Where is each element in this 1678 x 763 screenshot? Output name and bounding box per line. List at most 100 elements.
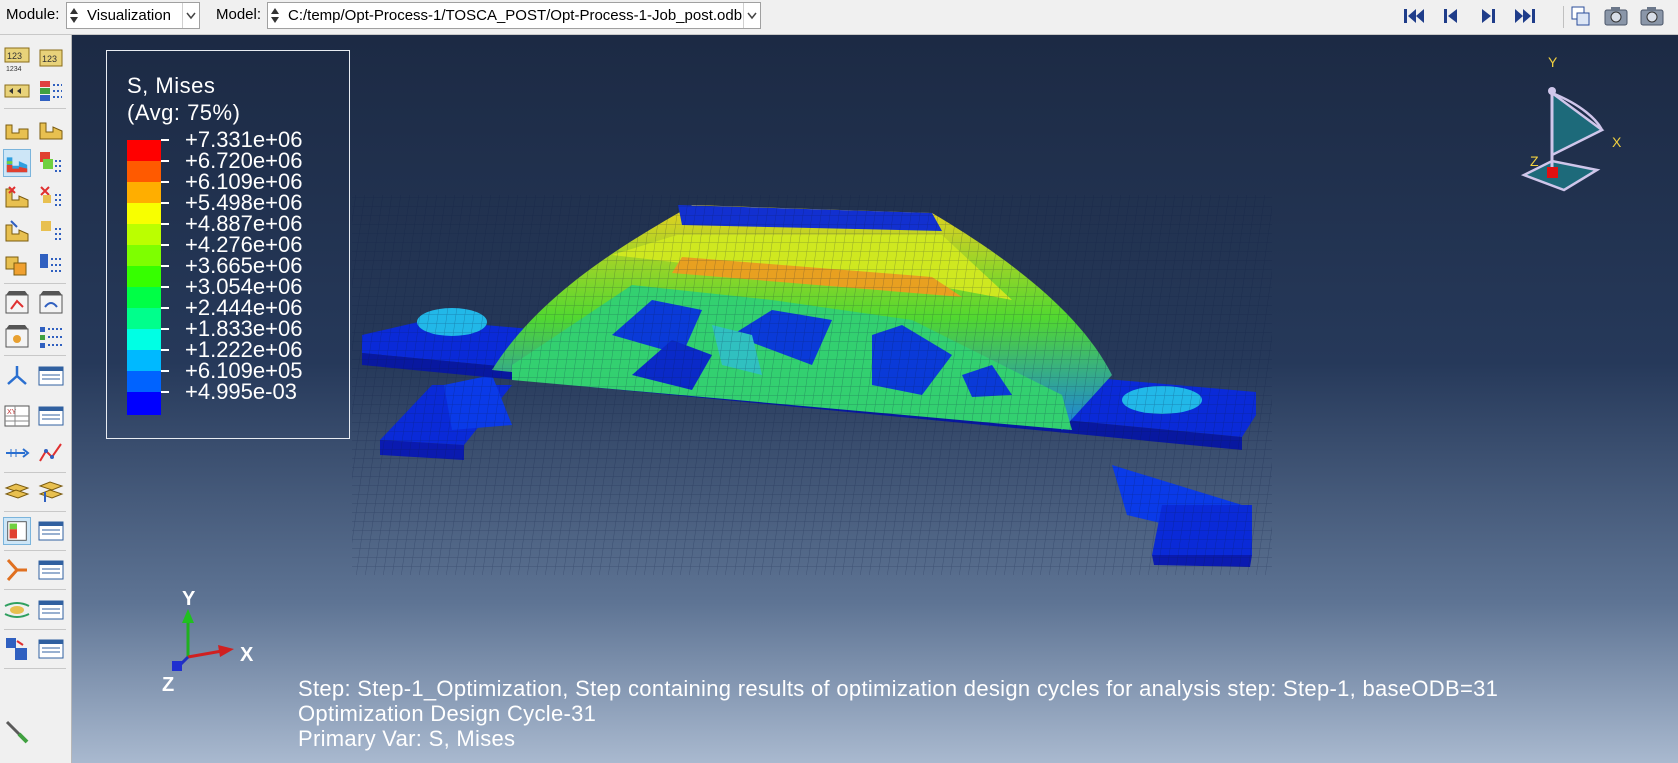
triad-x-label: X — [240, 644, 254, 666]
symbol-options-icon[interactable] — [37, 183, 65, 211]
legend-swatch — [127, 266, 161, 289]
legend-tick — [161, 391, 169, 393]
legend-swatch — [127, 140, 161, 163]
toolbox-separator — [4, 511, 66, 512]
contour-plot-icon[interactable] — [3, 149, 31, 177]
toolbox-separator — [4, 108, 66, 109]
legend-tick — [161, 286, 169, 288]
context-toolbar: Module: Visualization Model: C:/temp/Opt… — [0, 0, 1678, 35]
legend-swatch — [127, 350, 161, 373]
legend-swatch — [127, 224, 161, 247]
legend-tick — [161, 202, 169, 204]
xy-data-manager-icon[interactable] — [37, 362, 65, 390]
stream-manager-icon[interactable] — [37, 596, 65, 624]
module-select-value: Visualization — [87, 7, 171, 24]
xy-curve-icon[interactable] — [37, 439, 65, 467]
spinner-icon[interactable] — [69, 6, 79, 25]
viewport-canvas[interactable]: S, Mises (Avg: 75%) +7.331e+06 +6.720e+06… — [72, 35, 1678, 763]
legend-tick — [161, 370, 169, 372]
legend-title: S, Mises — [127, 73, 216, 98]
last-frame-icon[interactable] — [1511, 3, 1539, 29]
toolbar-separator — [1563, 6, 1564, 28]
spinner-icon[interactable] — [270, 6, 280, 25]
view-cube-x-label: X — [1612, 134, 1622, 150]
legend-swatch — [127, 392, 161, 415]
contour-options-icon[interactable] — [37, 149, 65, 177]
free-body-manager-icon[interactable] — [37, 556, 65, 584]
legend-swatch — [127, 287, 161, 310]
legend-swatch — [127, 161, 161, 184]
display-group-icon[interactable] — [37, 77, 65, 105]
toolbox-separator — [4, 355, 66, 356]
model-label: Model: — [216, 6, 262, 23]
animation-options-icon[interactable] — [3, 323, 31, 351]
symbol-plot-icon[interactable] — [3, 183, 31, 211]
plot-state-icon[interactable]: 123 1234 — [3, 45, 31, 73]
legend-tick — [161, 223, 169, 225]
legend-tick — [161, 328, 169, 330]
material-orientation-icon[interactable] — [3, 217, 31, 245]
stream-plot-icon[interactable] — [3, 596, 31, 624]
copy-icon[interactable] — [1566, 3, 1594, 29]
view-cut-manager-icon[interactable] — [37, 478, 65, 506]
legend-swatch — [127, 182, 161, 205]
legend-swatch — [127, 308, 161, 331]
deformed-shape-icon[interactable] — [37, 115, 65, 143]
xy-plot-manager-icon[interactable] — [37, 402, 65, 430]
legend-value: +4.995e-03 — [185, 379, 297, 404]
material-orientation-options-icon[interactable] — [37, 217, 65, 245]
module-label: Module: — [6, 6, 60, 23]
step-info-text: Step: Step-1_Optimization, Step containi… — [298, 676, 1499, 701]
module-select[interactable]: Visualization — [66, 2, 200, 29]
model-select-value: C:/temp/Opt-Process-1/TOSCA_POST/Opt-Pro… — [288, 7, 743, 24]
legend-tick — [161, 160, 169, 162]
contour-legend: S, Mises (Avg: 75%) +7.331e+06 +6.720e+06… — [106, 50, 350, 439]
legend-tick — [161, 181, 169, 183]
triad-z-label: Z — [162, 674, 174, 695]
overlay-plot-icon[interactable] — [3, 251, 31, 279]
toolbox-separator — [4, 472, 66, 473]
create-xy-plot-icon[interactable]: XY — [3, 402, 31, 430]
free-body-cut-icon[interactable] — [3, 556, 31, 584]
svg-text:1234: 1234 — [6, 66, 22, 73]
query-tool-icon[interactable] — [3, 716, 31, 744]
animate-time-history-icon[interactable] — [3, 289, 31, 317]
frame-select-icon[interactable]: 123 — [37, 45, 65, 73]
camera-icon[interactable] — [1602, 3, 1630, 29]
triad-y-label: Y — [182, 588, 196, 610]
toolbox-separator — [4, 629, 66, 630]
svg-text:123: 123 — [7, 51, 22, 61]
common-options-icon[interactable] — [37, 251, 65, 279]
history-output-icon[interactable] — [3, 77, 31, 105]
legend-tick — [161, 265, 169, 267]
toolbox-separator — [4, 589, 66, 590]
toolbox-separator — [4, 550, 66, 551]
previous-frame-icon[interactable] — [1437, 3, 1465, 29]
view-orientation-icon[interactable]: Y X Z — [1512, 55, 1632, 205]
first-frame-icon[interactable] — [1400, 3, 1428, 29]
legend-tick — [161, 244, 169, 246]
svg-text:123: 123 — [42, 54, 57, 64]
toolbox-separator — [4, 283, 66, 284]
display-group-manager-icon[interactable] — [37, 635, 65, 663]
model-select[interactable]: C:/temp/Opt-Process-1/TOSCA_POST/Opt-Pro… — [267, 2, 761, 29]
coordinate-triad: Y X Z — [162, 588, 254, 695]
legend-swatch — [127, 329, 161, 352]
view-cut-icon[interactable] — [3, 478, 31, 506]
undeformed-shape-icon[interactable] — [3, 115, 31, 143]
view-cube-z-label: Z — [1530, 153, 1539, 169]
report-manager-icon[interactable] — [37, 517, 65, 545]
camera-settings-icon[interactable] — [1638, 3, 1666, 29]
chevron-down-icon[interactable] — [743, 3, 760, 28]
next-frame-icon[interactable] — [1474, 3, 1502, 29]
create-xy-data-icon[interactable] — [3, 362, 31, 390]
legend-subtitle: (Avg: 75%) — [127, 100, 241, 125]
animate-scale-factor-icon[interactable] — [37, 289, 65, 317]
animation-player-icon[interactable] — [37, 323, 65, 351]
path-icon[interactable] — [3, 439, 31, 467]
fe-model-right-support — [1112, 465, 1252, 567]
display-group-create-icon[interactable] — [3, 635, 31, 663]
report-field-output-icon[interactable] — [3, 517, 31, 545]
chevron-down-icon[interactable] — [182, 3, 199, 28]
toolbox-separator — [4, 668, 66, 669]
